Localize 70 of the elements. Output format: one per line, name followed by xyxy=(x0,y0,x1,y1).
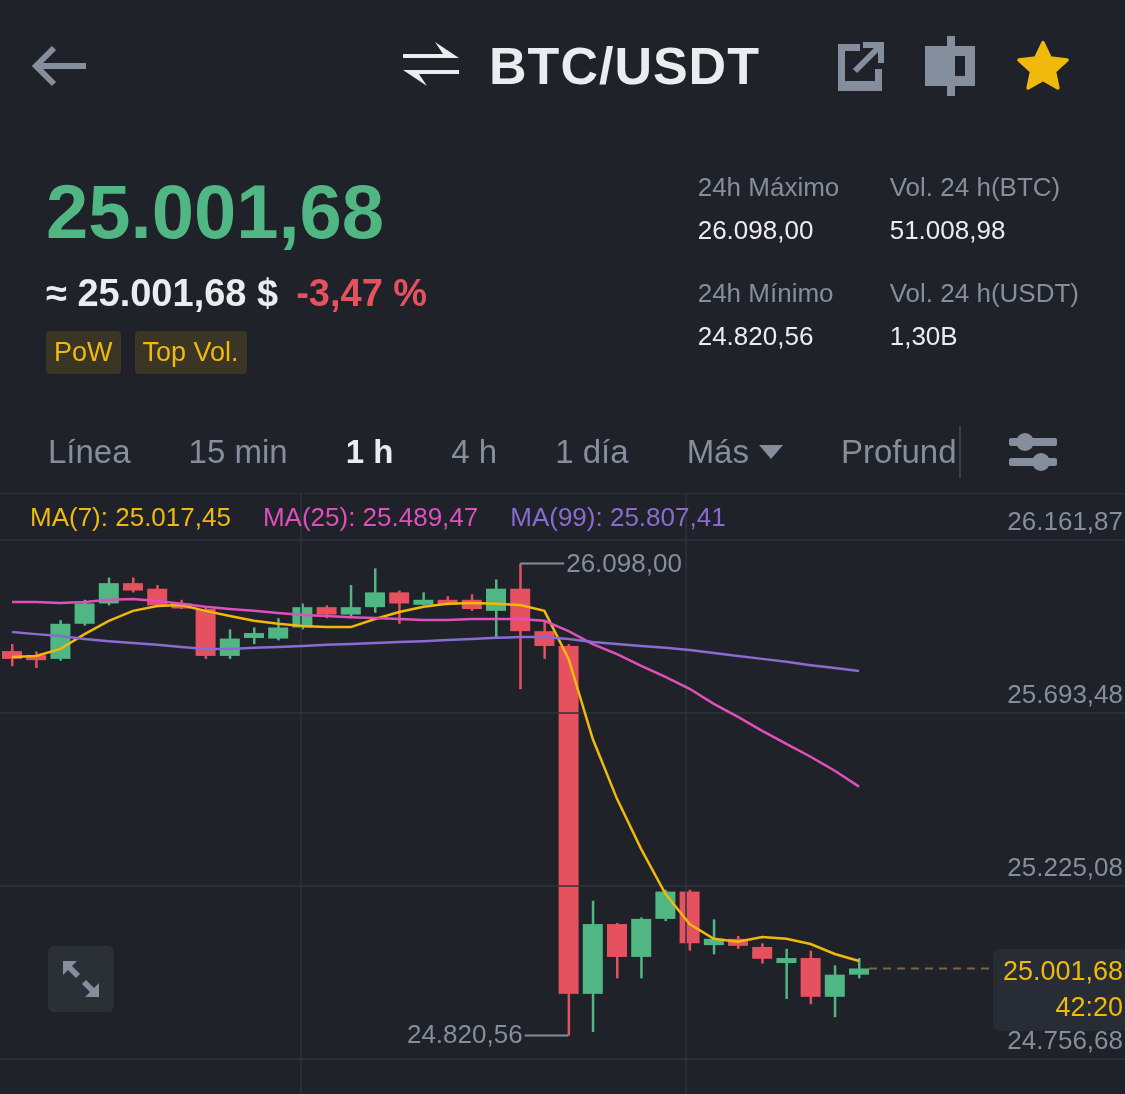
tag[interactable]: PoW xyxy=(46,331,121,374)
candle xyxy=(534,620,555,659)
price-change: -3,47 % xyxy=(296,272,428,315)
candle xyxy=(244,627,264,645)
candle xyxy=(824,965,845,1018)
candle xyxy=(800,950,821,1005)
favorite-star-button[interactable] xyxy=(1015,39,1071,93)
candle-countdown: 42:20 xyxy=(1055,990,1123,1024)
candle xyxy=(340,585,361,619)
stat-value: 1,30B xyxy=(889,321,959,352)
leader-line xyxy=(519,562,566,565)
back-button[interactable] xyxy=(30,44,88,88)
pair-title: BTC/USDT xyxy=(489,36,760,96)
candle xyxy=(607,922,627,979)
stat-label: 24h Mínimo xyxy=(697,278,835,309)
tag[interactable]: Top Vol. xyxy=(134,331,247,374)
stat-label: Vol. 24 h(BTC) xyxy=(889,172,1062,203)
candle xyxy=(147,585,168,608)
candle xyxy=(655,889,676,922)
candle xyxy=(703,919,724,955)
moving-average-legend: MA(99): 25.807,41 xyxy=(510,502,726,533)
last-price: 25.001,68 xyxy=(46,174,386,250)
leader-line xyxy=(523,1034,570,1037)
stat-value: 24.820,56 xyxy=(697,321,815,352)
high-price-label: 26.098,00 xyxy=(566,547,682,579)
stat-label: Vol. 24 h(USDT) xyxy=(889,278,1079,309)
candle xyxy=(413,592,434,606)
stat-value: 51.008,98 xyxy=(889,215,1007,246)
fullscreen-button[interactable] xyxy=(48,946,114,1012)
candle xyxy=(171,599,192,609)
candle-view-button[interactable] xyxy=(925,36,975,96)
stat-value: 26.098,00 xyxy=(697,215,815,246)
candle xyxy=(389,590,410,624)
candle xyxy=(292,603,313,630)
interval-tab[interactable]: 15 min xyxy=(188,432,288,471)
candle xyxy=(849,958,869,979)
candle xyxy=(268,618,289,641)
interval-tab[interactable]: Más xyxy=(686,432,783,471)
candle xyxy=(752,943,773,964)
chart-settings-button[interactable] xyxy=(1008,430,1057,473)
last-price-value: 25.001,68 xyxy=(1002,954,1123,988)
price-axis-label: 25.693,48 xyxy=(1007,679,1123,710)
price-axis-label: 25.225,08 xyxy=(1007,852,1123,883)
candle xyxy=(26,651,47,669)
candle xyxy=(776,948,797,1000)
fiat-price: ≈ 25.001,68 $ xyxy=(46,272,279,315)
interval-tab[interactable]: Línea xyxy=(48,432,131,471)
interval-tab[interactable]: Profund xyxy=(840,432,957,471)
candle xyxy=(219,629,240,659)
moving-average-legend: MA(7): 25.017,45 xyxy=(30,502,231,533)
price-axis-label: 26.161,87 xyxy=(1007,506,1123,537)
interval-tab[interactable]: 1 día xyxy=(555,432,629,471)
interval-tab[interactable]: 4 h xyxy=(451,432,498,471)
share-button[interactable] xyxy=(835,41,885,91)
candle xyxy=(123,577,143,593)
candle xyxy=(316,605,337,619)
candle xyxy=(461,594,482,611)
price-axis-label: 24.756,68 xyxy=(1007,1025,1123,1056)
candle xyxy=(74,599,95,626)
low-price-label: 24.820,56 xyxy=(406,1019,523,1051)
candle xyxy=(98,577,119,606)
candle xyxy=(437,596,458,606)
moving-average-legend: MA(25): 25.489,47 xyxy=(262,502,479,533)
candle xyxy=(365,568,385,613)
stat-label: 24h Máximo xyxy=(697,172,841,203)
candle xyxy=(631,917,652,979)
candle xyxy=(728,935,748,949)
candle xyxy=(486,579,506,639)
interval-tab[interactable]: 1 h xyxy=(345,432,394,471)
candle xyxy=(2,644,22,667)
